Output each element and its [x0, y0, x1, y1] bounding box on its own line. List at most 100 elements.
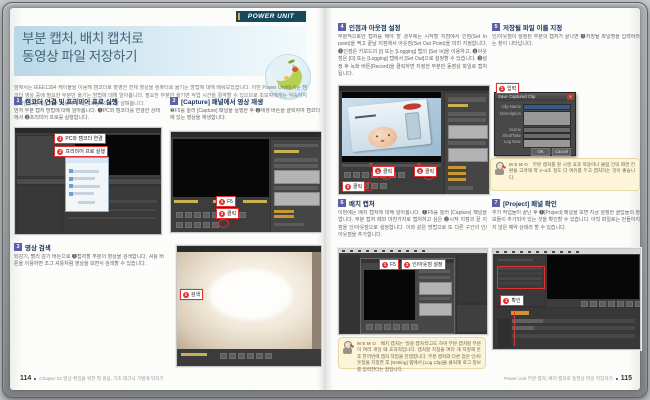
- footer-divider: [616, 378, 618, 380]
- section-3-number-badge: 3: [14, 243, 22, 251]
- play-button-highlight-ring: [218, 219, 229, 228]
- section-4-body: 부분적으로만 캡처를 해야 할 경우에는 시작할 지점에서 인점(Set In …: [338, 34, 487, 82]
- cancel-button: Cancel: [552, 148, 571, 156]
- callout-label: 인/아웃점 설정: [412, 261, 442, 268]
- section-1-title: 캠코더 연결 및 프리미어 프로 실행: [25, 96, 118, 106]
- callout-label: 클릭: [425, 168, 434, 175]
- capture-preview: [173, 139, 269, 197]
- callout-set-out: 2 클릭: [414, 166, 437, 177]
- callout-search: 1 검색: [180, 289, 203, 300]
- callout-number: 1: [499, 86, 505, 92]
- callout-in-out-setting: 2 인/아웃점 설정: [401, 259, 445, 270]
- scene-label: Scene: [497, 127, 521, 132]
- section-4-title: 인점과 아웃점 설정: [349, 22, 400, 32]
- callout-number: 1: [503, 298, 509, 304]
- section-7-body: 추가 작업들이 끝난 후 ❶[Project] 패널을 보면 지금 설정한 클립…: [492, 210, 640, 243]
- shot-take-label: Shot/Take: [497, 133, 521, 138]
- left-page-number: 114: [20, 375, 31, 382]
- callout-label: 클릭: [353, 183, 362, 190]
- callout-click-play: 2 클릭: [216, 208, 239, 219]
- section-5-header: 5 저장될 파일 이름 지정: [492, 23, 562, 31]
- callout-label: 확인: [511, 297, 520, 304]
- callout-label: 프리미어 프로 실행: [65, 148, 105, 155]
- footer-divider: [34, 378, 36, 380]
- callout-set-in: 1 클릭: [372, 166, 395, 177]
- video-preview-photo: [177, 252, 321, 349]
- section-2-number-badge: 2: [170, 97, 178, 105]
- project-panel: [16, 185, 62, 234]
- callout-record: 3 클릭: [342, 181, 365, 192]
- callout-number: 3: [345, 184, 351, 190]
- close-icon: ×: [567, 94, 574, 100]
- callout-number: 1: [219, 199, 225, 205]
- callout-number: 1: [57, 136, 63, 142]
- clip-name-label: Clip Name: [497, 104, 521, 109]
- callout-connect-camcorder: 1 PC와 캠코더 연결: [54, 133, 105, 144]
- section-1-body: 먼저 부분 캡처 방법에 대해 알아봅니다. ❶PC와 캠코더를 연결한 상태에…: [14, 108, 160, 125]
- baby-face: [367, 125, 398, 149]
- screenshot-batch-capture: 1 F5 2 인/아웃점 설정: [338, 248, 488, 335]
- callout-f5: 1 F5: [216, 196, 236, 207]
- section-4-header: 4 인점과 아웃점 설정: [338, 23, 400, 31]
- section-5-number-badge: 5: [492, 23, 500, 31]
- screenshot-project-panel: 1 확인: [492, 248, 641, 350]
- callout-label: 입력: [507, 85, 516, 92]
- callout-number: 2: [57, 149, 63, 155]
- section-6-title: 배치 캡처: [349, 198, 375, 208]
- capture-settings-panel: [444, 92, 490, 194]
- description-label: Description: [497, 111, 521, 116]
- memo-character-icon: [494, 162, 506, 176]
- section-4-number-badge: 4: [338, 23, 346, 31]
- section-3-title: 영상 검색: [25, 242, 51, 252]
- right-page-footer: Power Unit 부분 캡처, 배치 캡처로 동영상 파일 저장하기 115: [504, 375, 632, 382]
- screenshot-capture-in-out: 1 클릭 2 클릭 3 클릭: [338, 85, 490, 195]
- section-1-number-badge: 1: [14, 97, 22, 105]
- autoplay-dialog: [65, 157, 109, 212]
- section-1-header: 1 캠코더 연결 및 프리미어 프로 실행: [14, 97, 118, 105]
- log-note-field: [523, 139, 571, 148]
- timeline-panel: [494, 307, 640, 349]
- callout-label: 검색: [191, 291, 200, 298]
- section-2-title: [Capture] 패널에서 영상 재생: [181, 96, 263, 106]
- section-3-header: 3 영상 검색: [14, 243, 51, 251]
- section-2-body: ❶F5를 눌러 [Capture] 패널을 실행한 후 ❷재생 버튼을 클릭하여…: [170, 108, 320, 125]
- callout-confirm: 1 확인: [500, 295, 523, 306]
- callout-label: 클릭: [383, 168, 392, 175]
- memo-character-icon: [342, 341, 354, 355]
- section-5-title: 저장될 파일 이름 지정: [503, 22, 562, 32]
- callout-number: 1: [375, 168, 381, 174]
- callout-number: 2: [417, 168, 423, 174]
- screenshot-video-search-preview: 1 검색: [176, 245, 322, 367]
- left-footer-text: Chapter 02 영상 편집을 위한 첫 걸음, 기초 테크닉 가볍게 익히…: [39, 376, 163, 382]
- section-6-number-badge: 6: [338, 199, 346, 207]
- callout-enter-filename: 1 입력: [496, 83, 519, 94]
- section-2-header: 2 [Capture] 패널에서 영상 재생: [170, 97, 263, 105]
- dialog-title: Save Captured Clip: [495, 93, 575, 101]
- memo-label: MEMO: [357, 341, 377, 346]
- right-page-number: 115: [621, 375, 632, 382]
- callout-label: 클릭: [227, 210, 236, 217]
- power-unit-badge-label: POWER UNIT: [248, 13, 295, 20]
- callout-f5-batch: 1 F5: [379, 259, 399, 270]
- section-7-number-badge: 7: [492, 199, 500, 207]
- callout-number: 1: [183, 292, 189, 298]
- description-field: [523, 111, 571, 126]
- section-6-header: 6 배치 캡처: [338, 199, 375, 207]
- playhead: [514, 310, 515, 345]
- callout-run-premiere: 2 프리미어 프로 실행: [54, 146, 108, 157]
- callout-label: PC와 캠코더 연결: [65, 135, 102, 142]
- capture-settings-panel: [270, 139, 322, 233]
- screenshot-capture-panel-play: 1 F5 2 클릭: [170, 131, 322, 233]
- book-spread-photo: POWER UNIT 부분 캡처, 배치 캡처로 동영상 파일 저장하기 앞에서…: [0, 0, 650, 400]
- screenshot-premiere-startup: 1 PC와 캠코더 연결 2 프리미어 프로 실행: [14, 127, 162, 235]
- callout-number: 2: [404, 262, 410, 268]
- memo-tip-capture-margin: MEMO 부분 캡처를 할 시엔 효과 적용이나 클립 간의 화면 전환을 고려…: [490, 158, 640, 191]
- section-7-title: [Project] 패널 확인: [503, 198, 557, 208]
- clip-list-highlight-box: [497, 266, 545, 289]
- callout-number: 2: [219, 211, 225, 217]
- section-3-body: 되감기, 빨리 감기 버튼으로 ❶캡처할 부분의 영상을 검색합니다. 셔틀 버…: [14, 254, 164, 279]
- callout-number: 1: [382, 262, 388, 268]
- page-title-line2: 동영상 파일 저장하기: [22, 48, 252, 66]
- page-title: 부분 캡처, 배치 캡처로 동영상 파일 저장하기: [22, 30, 252, 65]
- left-page-footer: 114 Chapter 02 영상 편집을 위한 첫 걸음, 기초 테크닉 가볍…: [20, 375, 164, 382]
